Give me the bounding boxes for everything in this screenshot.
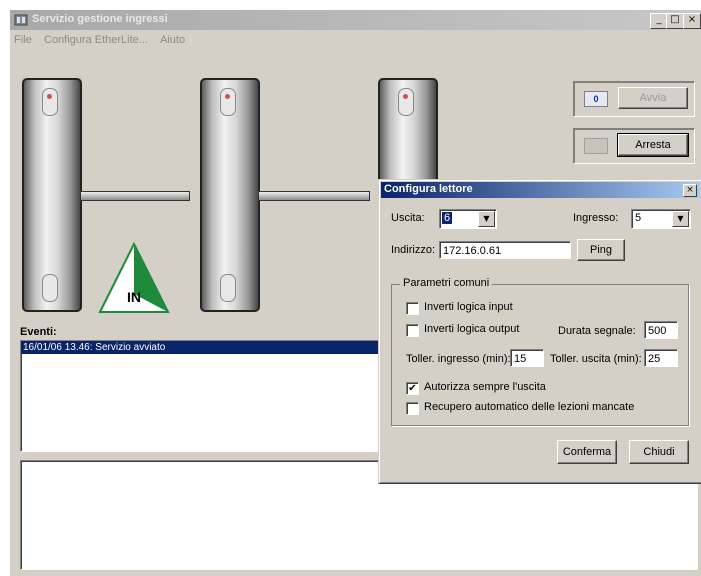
recupero-checkbox[interactable] — [406, 402, 419, 415]
maximize-button[interactable]: □ — [666, 13, 684, 29]
uscita-select[interactable]: 6 ▼ — [439, 209, 497, 229]
autorizza-label[interactable]: Autorizza sempre l'uscita — [424, 381, 546, 393]
events-label: Eventi: — [20, 326, 57, 338]
ingresso-select[interactable]: 5 ▼ — [631, 209, 691, 229]
app-icon — [14, 14, 28, 26]
inverti-output-checkbox[interactable] — [406, 324, 419, 337]
toller-uscita-label: Toller. uscita (min): — [550, 353, 642, 365]
turnstile-arm-1 — [80, 191, 190, 201]
menu-file[interactable]: File — [14, 34, 32, 46]
avvia-button[interactable]: Avvia — [618, 87, 688, 109]
window-title: Servizio gestione ingressi — [32, 13, 168, 25]
menubar: File Configura EtherLite... Aiuto — [10, 30, 701, 50]
indirizzo-label: Indirizzo: — [391, 244, 436, 256]
uscita-dropdown-icon[interactable]: ▼ — [478, 211, 495, 227]
turnstile-2 — [200, 78, 260, 312]
menu-aiuto[interactable]: Aiuto — [160, 34, 185, 46]
autorizza-check-icon: ✔ — [408, 383, 417, 394]
events-list[interactable]: 16/01/06 13.46: Servizio avviato — [20, 340, 392, 452]
durata-segnale-input[interactable]: 500 — [644, 321, 678, 339]
uscita-label: Uscita: — [391, 212, 425, 224]
parametri-comuni-group: Parametri comuni Inverti logica input In… — [391, 277, 689, 426]
autorizza-checkbox[interactable]: ✔ — [406, 382, 419, 395]
ingresso-label: Ingresso: — [573, 212, 619, 224]
in-direction-sign: IN — [98, 242, 170, 313]
inverti-input-label[interactable]: Inverti logica input — [424, 301, 513, 313]
conferma-button[interactable]: Conferma — [557, 440, 617, 464]
dialog-title: Configura lettore — [384, 183, 473, 195]
inverti-output-label[interactable]: Inverti logica output — [424, 323, 519, 335]
avvia-panel: 0 Avvia — [573, 81, 695, 117]
ingresso-value: 5 — [635, 212, 642, 224]
in-sign-text: IN — [127, 289, 141, 305]
parametri-comuni-legend: Parametri comuni — [400, 277, 493, 289]
ingresso-dropdown-icon[interactable]: ▼ — [672, 211, 689, 227]
dialog-titlebar[interactable]: Configura lettore × — [381, 182, 700, 198]
menu-configura-etherlite[interactable]: Configura EtherLite... — [44, 34, 148, 46]
chiudi-button[interactable]: Chiudi — [629, 440, 689, 464]
turnstile-arm-2 — [258, 191, 370, 201]
toller-ingresso-input[interactable]: 15 — [510, 349, 544, 367]
close-button[interactable]: × — [683, 13, 701, 29]
arresta-panel: Arresta — [573, 128, 695, 164]
uscita-value: 6 — [442, 212, 453, 224]
durata-segnale-label: Durata segnale: — [558, 325, 636, 337]
arresta-indicator — [584, 138, 608, 154]
inverti-input-checkbox[interactable] — [406, 302, 419, 315]
toller-ingresso-label: Toller. ingresso (min): — [406, 353, 511, 365]
toller-uscita-input[interactable]: 25 — [644, 349, 678, 367]
turnstile-1 — [22, 78, 82, 312]
arresta-button[interactable]: Arresta — [617, 133, 689, 157]
main-titlebar[interactable]: Servizio gestione ingressi _ □ × — [10, 10, 701, 30]
dialog-close-button[interactable]: × — [683, 184, 697, 197]
recupero-label[interactable]: Recupero automatico delle lezioni mancat… — [424, 401, 634, 413]
configura-lettore-dialog: Configura lettore × Uscita: 6 ▼ Ingresso… — [378, 179, 701, 484]
event-item[interactable]: 16/01/06 13.46: Servizio avviato — [21, 341, 391, 354]
indirizzo-input[interactable]: 172.16.0.61 — [439, 241, 571, 259]
avvia-indicator: 0 — [584, 91, 608, 107]
ping-button[interactable]: Ping — [577, 239, 625, 261]
